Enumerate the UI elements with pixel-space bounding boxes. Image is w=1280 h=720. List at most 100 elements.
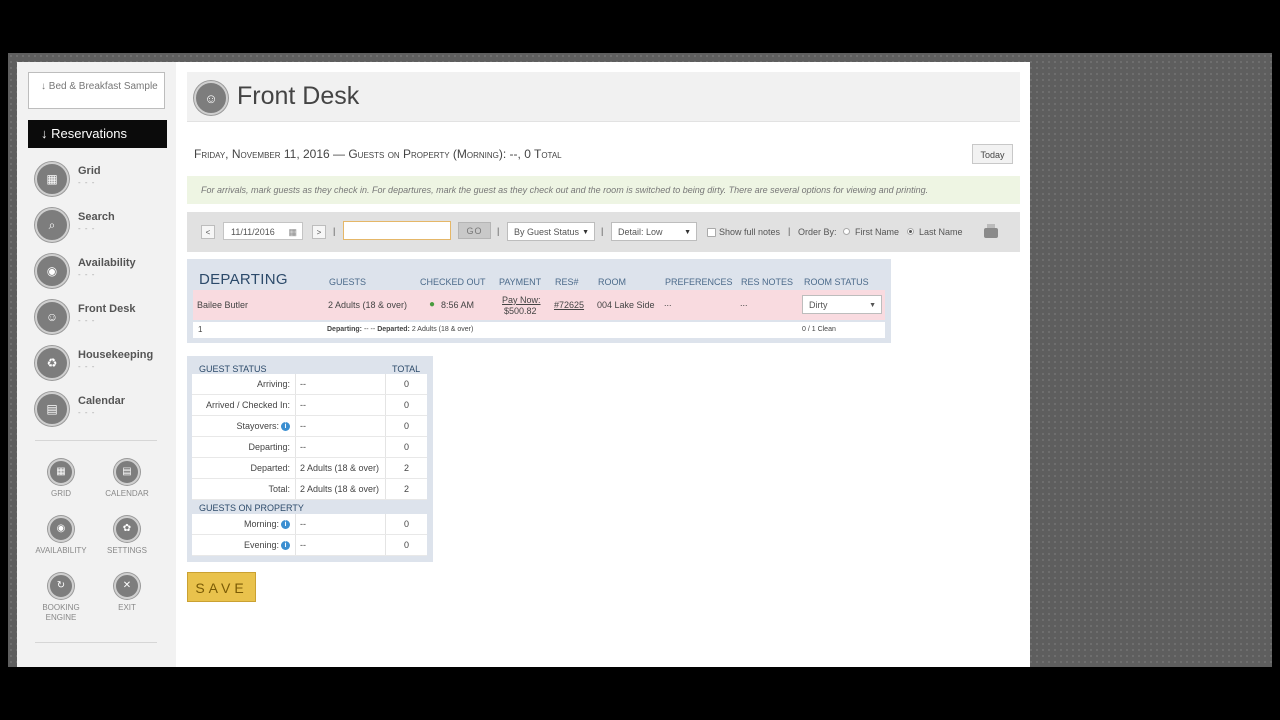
status-label-with-info: Stayovers: i [236, 421, 290, 432]
detail-level-select[interactable]: Detail: Low ▼ [611, 222, 697, 241]
departed-summary-value: 2 Adults (18 & over) [411, 326, 474, 333]
today-button[interactable]: Today [972, 144, 1013, 164]
check-icon[interactable]: ● [429, 299, 435, 310]
status-total: 0 [404, 540, 410, 550]
sidebar-item-search[interactable]: ⌕ Search - - - [35, 208, 170, 246]
cell-divider [295, 437, 296, 457]
status-total: 2 [404, 484, 410, 494]
cell-divider [385, 437, 386, 457]
property-selector[interactable]: ↓ Bed & Breakfast Sample [28, 72, 165, 109]
show-full-notes-label: Show full notes [719, 227, 781, 237]
reservation-link[interactable]: #72625 [554, 300, 584, 310]
grid-icon: ▦ [48, 459, 74, 485]
guest-status-title: GUEST STATUS [199, 364, 267, 374]
reservations-menu-button[interactable]: ↓ Reservations [28, 120, 167, 148]
guest-status-panel: GUEST STATUS TOTAL Arriving: -- 0 Arrive… [187, 356, 433, 562]
first-name-label: First Name [855, 227, 900, 237]
sidebar-item-label: Availability [78, 257, 136, 269]
booking-engine-icon: ↻ [48, 573, 74, 599]
pay-now-link[interactable]: Pay Now: [502, 295, 541, 305]
sidebar-divider [35, 440, 157, 441]
sidebar-item-sub: - - - [78, 316, 96, 325]
separator: | [497, 226, 500, 236]
browser-page: ↓ Bed & Breakfast Sample ↓ Reservations … [17, 62, 1030, 667]
people-icon: ☺ [35, 300, 69, 334]
calendar-icon: ▤ [114, 459, 140, 485]
show-full-notes-checkbox[interactable] [707, 228, 716, 237]
separator: | [788, 226, 791, 236]
departing-summary: Departing: -- -- Departed: 2 Adults (18 … [327, 326, 473, 333]
go-button[interactable]: GO [458, 222, 491, 239]
date-summary: Friday, November 11, 2016 — Guests on Pr… [194, 147, 562, 161]
order-first-name-radio[interactable] [843, 228, 850, 235]
quick-link-availability[interactable]: ◉ AVAILABILITY [31, 516, 91, 556]
room-status-select[interactable]: Dirty ▼ [802, 295, 882, 314]
info-icon[interactable]: i [281, 541, 290, 551]
date-input[interactable]: 11/11/2016 ▦ [223, 222, 303, 240]
table-row: Bailee Butler 2 Adults (18 & over) ● 8:5… [193, 290, 885, 320]
sidebar-item-availability[interactable]: ◉ Availability - - - [35, 254, 170, 292]
status-total: 0 [404, 442, 410, 452]
sidebar-item-housekeeping[interactable]: ♻ Housekeeping - - - [35, 346, 170, 384]
info-icon[interactable]: i [281, 422, 290, 432]
cell-divider [295, 479, 296, 499]
status-value: 2 Adults (18 & over) [300, 463, 380, 473]
status-label: Evening: [243, 540, 279, 550]
status-total: 0 [404, 421, 410, 431]
status-total: 0 [404, 519, 410, 529]
table-row: Arriving: -- 0 [192, 374, 427, 395]
close-icon: ✕ [114, 573, 140, 599]
cell-divider [295, 395, 296, 415]
quick-link-booking-engine[interactable]: ↻ BOOKING ENGINE [31, 573, 91, 623]
column-header: CHECKED OUT [420, 277, 486, 287]
info-icon[interactable]: i [281, 520, 290, 530]
cell-divider [385, 374, 386, 394]
room-name: 004 Lake Side [597, 300, 655, 310]
status-label: Arriving: [256, 379, 290, 389]
column-header: ROOM STATUS [804, 277, 869, 287]
page-title: Front Desk [237, 82, 360, 110]
table-row: Stayovers: i -- 0 [192, 416, 427, 437]
quick-link-label: AVAILABILITY [35, 546, 87, 555]
prev-day-button[interactable]: < [201, 225, 215, 239]
sidebar-item-front-desk[interactable]: ☺ Front Desk - - - [35, 300, 170, 338]
departed-summary-label: Departed: [377, 326, 410, 333]
quick-link-calendar[interactable]: ▤ CALENDAR [97, 459, 157, 499]
departing-summary-value: -- -- [363, 326, 376, 333]
search-input[interactable] [343, 221, 451, 240]
preferences-link[interactable]: ... [664, 298, 672, 308]
guest-status-filter-select[interactable]: By Guest Status ▼ [507, 222, 595, 241]
quick-link-grid[interactable]: ▦ GRID [31, 459, 91, 499]
print-icon[interactable] [984, 224, 998, 238]
departing-panel: DEPARTING GUESTS CHECKED OUT PAYMENT RES… [187, 259, 891, 343]
sidebar: ↓ Bed & Breakfast Sample ↓ Reservations … [17, 62, 176, 667]
gear-icon: ✿ [114, 516, 140, 542]
table-row: Arrived / Checked In: -- 0 [192, 395, 427, 416]
people-icon: ☺ [194, 81, 228, 115]
res-notes-link[interactable]: ... [740, 298, 748, 308]
sidebar-item-calendar[interactable]: ▤ Calendar - - - [35, 392, 170, 430]
sidebar-item-grid[interactable]: ▦ Grid - - - [35, 162, 170, 200]
status-label-with-info: Evening: i [243, 540, 290, 551]
quick-link-exit[interactable]: ✕ EXIT [97, 573, 157, 613]
cell-divider [295, 374, 296, 394]
order-last-name-radio[interactable] [907, 228, 914, 235]
save-button[interactable]: SAVE [187, 572, 256, 602]
cell-divider [295, 535, 296, 555]
sidebar-item-sub: - - - [78, 408, 96, 417]
sidebar-item-sub: - - - [78, 270, 96, 279]
quick-link-settings[interactable]: ✿ SETTINGS [97, 516, 157, 556]
column-header: GUESTS [329, 277, 367, 287]
toolbar: < 11/11/2016 ▦ > | GO | By Guest Status … [187, 212, 1020, 252]
quick-link-label: EXIT [118, 603, 136, 612]
status-value: -- [300, 400, 306, 410]
status-value: -- [300, 519, 306, 529]
guest-name[interactable]: Bailee Butler [197, 300, 248, 310]
next-day-button[interactable]: > [312, 225, 326, 239]
quick-link-label: SETTINGS [106, 546, 147, 555]
select-value: By Guest Status [514, 227, 580, 237]
table-row: Departing: -- 0 [192, 437, 427, 458]
camera-icon: ◉ [48, 516, 74, 542]
cell-divider [385, 395, 386, 415]
total-header: TOTAL [392, 364, 421, 374]
